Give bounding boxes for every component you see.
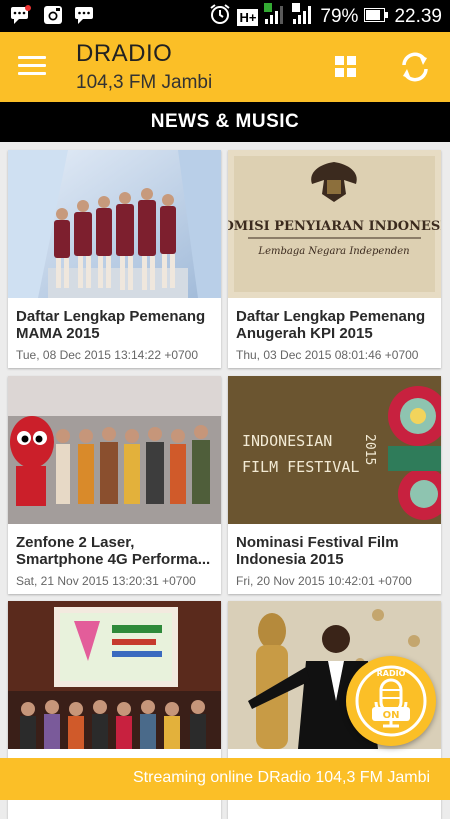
section-header: NEWS & MUSIC (0, 102, 450, 142)
refresh-icon (402, 52, 428, 82)
radio-on-label: ON (383, 710, 400, 721)
news-card[interactable]: INDONESIAN FILM FESTIVAL 2015 Nominasi F… (228, 376, 441, 594)
battery-icon (364, 6, 389, 28)
battery-percentage: 79% (320, 6, 359, 27)
alarm-icon (209, 3, 231, 31)
grid-icon (335, 56, 356, 77)
status-bar: H+ 79% 22.39 (0, 0, 450, 32)
news-title-line1: Daftar Lengkap Pemenang (16, 308, 206, 325)
news-date: Tue, 08 Dec 2015 13:14:22 +0700 (16, 348, 199, 362)
radio-label: RADIO (377, 669, 406, 678)
image-caption-2: FILM FESTIVAL (242, 458, 359, 476)
network-type-badge: H+ (237, 8, 259, 26)
instagram-icon (42, 4, 64, 26)
ticker-text: Streaming online DRadio 104,3 FM Jambi (133, 769, 431, 786)
news-title-line1: Daftar Lengkap Pemenang (236, 308, 426, 325)
image-caption-3: 2015 (362, 434, 377, 465)
news-thumbnail (8, 376, 221, 524)
menu-button[interactable] (18, 54, 46, 82)
news-date: Sat, 21 Nov 2015 13:20:31 +0700 (16, 574, 196, 588)
signal-sim2-icon (292, 3, 314, 31)
news-date: Thu, 03 Dec 2015 08:01:46 +0700 (236, 348, 419, 362)
news-thumbnail: KOMISI PENYIARAN INDONESIA Lembaga Negar… (228, 150, 441, 298)
app-bar: DRADIO 104,3 FM Jambi (0, 32, 450, 102)
signal-sim1-icon (264, 3, 286, 31)
refresh-button[interactable] (398, 50, 432, 84)
message-icon (74, 4, 96, 26)
radio-on-button[interactable]: ON RADIO (346, 656, 436, 746)
news-title-line1: Nominasi Festival Film (236, 534, 399, 551)
news-date: Fri, 20 Nov 2015 10:42:01 +0700 (236, 574, 412, 588)
app-title: DRADIO (76, 40, 173, 67)
image-caption-1: INDONESIAN (242, 432, 332, 450)
image-caption-2: Lembaga Negara Independen (257, 246, 409, 257)
microphone-icon: ON RADIO (355, 665, 427, 737)
streaming-ticker[interactable]: Streaming online DRadio 104,3 FM Jambi (0, 758, 450, 800)
clock: 22.39 (394, 6, 442, 27)
news-title-line2: Smartphone 4G Performa... (16, 551, 211, 568)
news-thumbnail: INDONESIAN FILM FESTIVAL 2015 (228, 376, 441, 524)
news-title-line2: Anugerah KPI 2015 (236, 325, 373, 342)
grid-view-button[interactable] (333, 54, 359, 80)
news-card[interactable]: KOMISI PENYIARAN INDONESIA Lembaga Negar… (228, 150, 441, 368)
news-card[interactable]: Daftar Lengkap Pemenang MAMA 2015 Tue, 0… (8, 150, 221, 368)
hamburger-menu-icon (18, 54, 46, 75)
chat-notification-icon (10, 4, 32, 26)
news-thumbnail (8, 150, 221, 298)
app-subtitle: 104,3 FM Jambi (76, 72, 213, 93)
news-title-line2: MAMA 2015 (16, 325, 100, 342)
news-title-line1: Zenfone 2 Laser, (16, 534, 135, 551)
news-title-line2: Indonesia 2015 (236, 551, 344, 568)
news-card[interactable]: Zenfone 2 Laser, Smartphone 4G Performa.… (8, 376, 221, 594)
news-thumbnail (8, 601, 221, 749)
image-caption-1: KOMISI PENYIARAN INDONESIA (228, 219, 441, 234)
